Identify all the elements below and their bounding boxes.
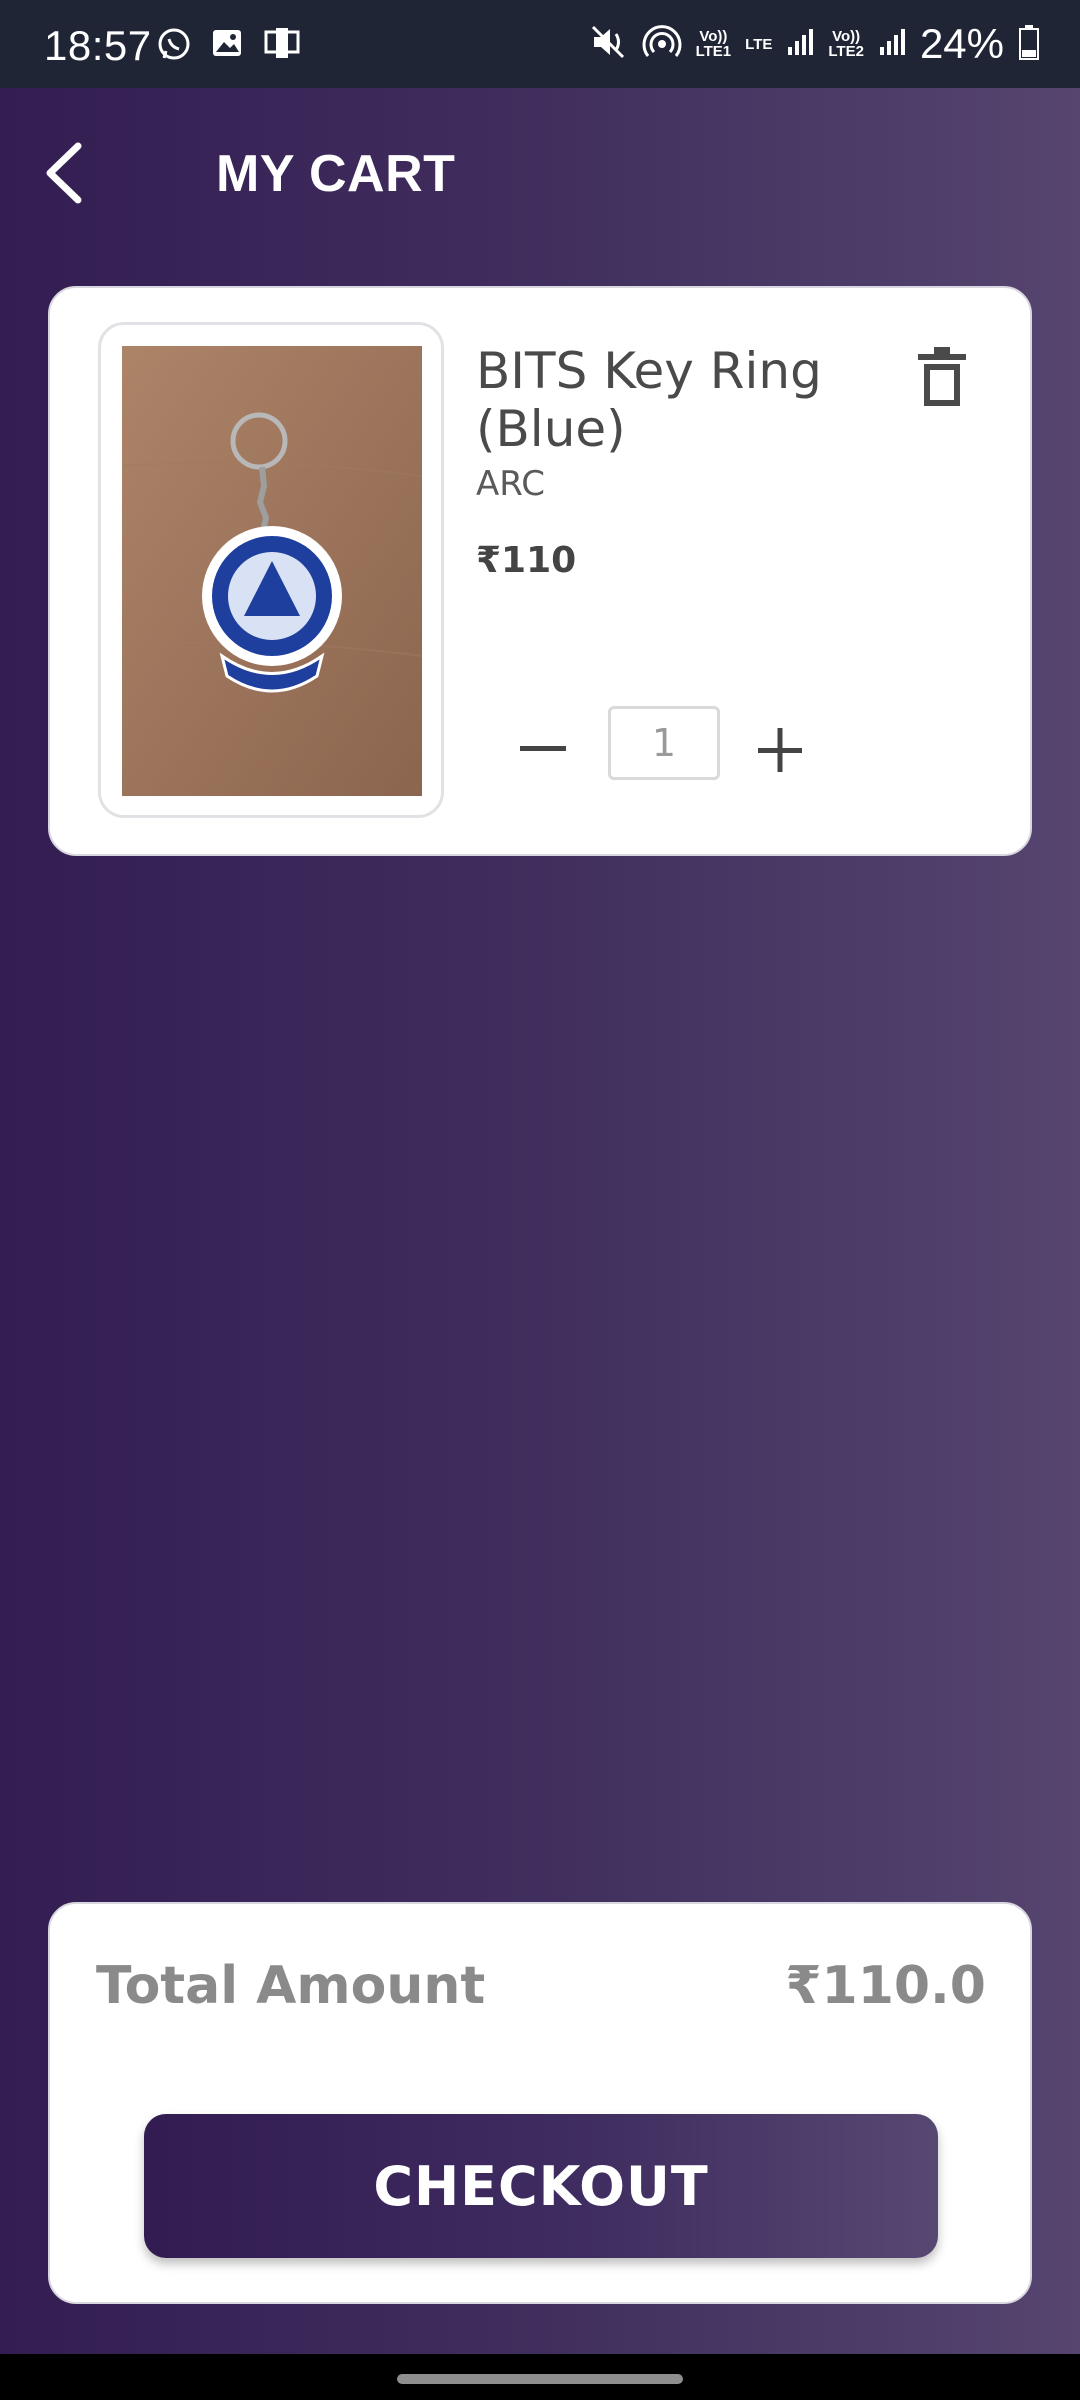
quantity-input[interactable] [608,706,720,780]
quantity-increase-button[interactable] [750,716,810,776]
gallery-icon [210,26,244,67]
system-indicators: Vo)) LTE1 LTE Vo)) LTE2 24% [590,20,1040,68]
page-title: MY CART [216,145,456,203]
checkout-button[interactable]: CHECKOUT [144,2114,938,2258]
sim1-volte-label: Vo)) LTE1 [695,28,732,60]
order-summary-card: Total Amount ₹110.0 CHECKOUT [48,1902,1032,2304]
battery-percent: 24% [919,20,1004,67]
status-time: 18:57 [44,22,152,69]
notification-icons [156,26,302,67]
mute-icon [590,24,628,65]
product-name: BITS Key Ring (Blue) [476,342,822,458]
product-image-frame[interactable] [98,322,444,818]
status-bar: 18:57 Vo)) LTE1 LTE Vo)) LTE2 24% [0,0,1080,88]
battery-icon [1018,24,1040,65]
minus-icon [520,746,566,751]
product-price: ₹110 [476,540,577,581]
back-button[interactable] [40,138,100,208]
signal-icon-2 [878,27,906,62]
lte-label: LTE [745,35,773,53]
product-vendor: ARC [476,464,545,504]
product-image [122,346,422,796]
cart-item-card: BITS Key Ring (Blue) ARC ₹110 [48,286,1032,856]
screencast-icon [262,26,302,67]
hotspot-icon [642,24,682,65]
total-amount-value: ₹110.0 [785,1956,986,2016]
sim2-volte-label: Vo)) LTE2 [828,28,864,60]
total-amount-label: Total Amount [96,1956,486,2016]
trash-icon [918,347,966,406]
quantity-decrease-button[interactable] [514,720,574,780]
app-header: MY CART [0,88,1080,258]
signal-icon [786,27,814,62]
home-indicator[interactable] [397,2374,683,2384]
whatsapp-icon [156,26,192,67]
system-nav-bar [0,2354,1080,2400]
delete-item-button[interactable] [912,344,972,410]
chevron-left-icon [46,142,82,204]
plus-icon [758,728,802,772]
